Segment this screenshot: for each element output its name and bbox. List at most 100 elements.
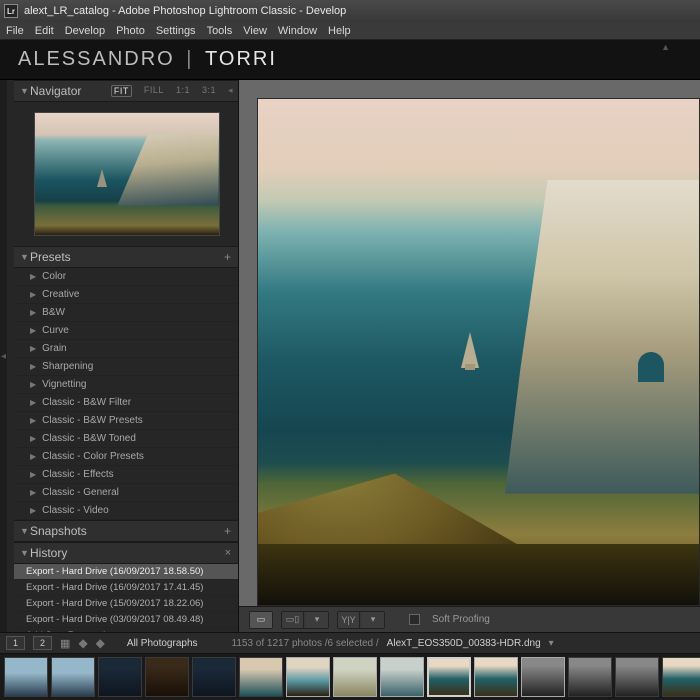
history-step[interactable]: Export - Hard Drive (16/09/2017 18.58.50… [14,564,239,580]
filmstrip-thumb[interactable] [192,657,236,697]
clear-icon[interactable]: × [225,547,233,559]
add-icon[interactable]: + [224,524,233,538]
menu-edit[interactable]: Edit [35,25,54,37]
preset-folder[interactable]: ▶Grain [14,340,239,358]
filmstrip-thumb[interactable] [98,657,142,697]
compare-swap-icon[interactable]: Y|Y [338,612,360,628]
current-filename[interactable]: AlexT_EOS350D_00383-HDR.dng [387,638,541,649]
menu-photo[interactable]: Photo [116,25,145,37]
filmstrip-thumb[interactable] [568,657,612,697]
filmstrip[interactable] [0,654,700,700]
menu-file[interactable]: File [6,25,24,37]
filmstrip-thumb[interactable] [615,657,659,697]
history-step[interactable]: Add Spot Removal [14,628,239,632]
before-after-group[interactable]: ▭▯ ▾ [281,611,329,629]
before-after-dropdown-icon[interactable]: ▾ [306,612,328,628]
compare-dropdown-icon[interactable]: ▾ [362,612,384,628]
menu-bar: File Edit Develop Photo Settings Tools View Win… [0,22,700,40]
canvas-area: ▭ ▭▯ ▾ Y|Y ▾ Soft Proofing [239,80,700,632]
monitor-1-button[interactable]: 1 [6,636,25,650]
disclosure-icon: ▶ [30,506,36,515]
preset-folder[interactable]: ▶Curve [14,322,239,340]
history-step[interactable]: Export - Hard Drive (16/09/2017 17.41.45… [14,580,239,596]
disclosure-icon: ▶ [30,488,36,497]
disclosure-icon: ▶ [30,344,36,353]
presets-title: Presets [30,250,224,264]
history-step[interactable]: Export - Hard Drive (03/09/2017 08.49.48… [14,612,239,628]
history-list: Export - Hard Drive (16/09/2017 18.58.50… [14,564,239,632]
photo-count: 1153 of 1217 photos /6 selected / [232,638,379,649]
window-title: alext_LR_catalog - Adobe Photoshop Light… [24,5,346,17]
filmstrip-thumb[interactable] [380,657,424,697]
menu-window[interactable]: Window [278,25,317,37]
add-icon[interactable]: + [224,250,233,264]
navigator-panel-header[interactable]: ▼ Navigator FIT FILL 1:1 3:1 ◂ [14,80,239,102]
disclosure-icon: ▶ [30,416,36,425]
history-title: History [30,546,225,560]
preset-folder[interactable]: ▶Classic - General [14,484,239,502]
left-edge-grip[interactable]: ◂ [0,80,7,632]
window-titlebar: Lr alext_LR_catalog - Adobe Photoshop Li… [0,0,700,22]
filmstrip-thumb[interactable] [51,657,95,697]
preset-folder[interactable]: ▶Classic - Video [14,502,239,520]
nav-forward-icon[interactable]: ◆ [96,636,105,650]
nav-zoom-fill[interactable]: FILL [144,85,164,97]
filmstrip-thumb[interactable] [286,657,330,697]
soft-proofing-label: Soft Proofing [432,614,490,625]
navigator-title: Navigator [30,84,111,98]
preset-folder[interactable]: ▶Classic - B&W Filter [14,394,239,412]
history-step[interactable]: Export - Hard Drive (15/09/2017 18.22.06… [14,596,239,612]
monitor-2-button[interactable]: 2 [33,636,52,650]
nav-zoom-1:1[interactable]: 1:1 [176,85,190,97]
loupe-view-icon[interactable]: ▭ [250,612,272,628]
grid-view-icon[interactable]: ▦ [60,637,70,650]
preset-folder[interactable]: ▶Classic - B&W Toned [14,430,239,448]
navigator-zoom-options[interactable]: FIT FILL 1:1 3:1 ◂ [111,85,233,97]
menu-develop[interactable]: Develop [65,25,105,37]
preset-folder[interactable]: ▶B&W [14,304,239,322]
nav-zoom-3:1[interactable]: 3:1 [202,85,216,97]
navigator-thumbnail[interactable] [34,112,220,236]
main-photo[interactable] [257,98,700,606]
disclosure-icon: ▶ [30,308,36,317]
disclosure-icon: ▶ [30,272,36,281]
menu-help[interactable]: Help [328,25,351,37]
filmstrip-thumb[interactable] [427,657,471,697]
nav-back-icon[interactable]: ◆ [78,636,87,650]
collection-name[interactable]: All Photographs [127,638,198,649]
panel-collapse-icon[interactable]: ▲ [661,42,670,52]
preset-folder[interactable]: ▶Sharpening [14,358,239,376]
filmstrip-thumb[interactable] [4,657,48,697]
filmstrip-thumb[interactable] [239,657,283,697]
presets-panel-header[interactable]: ▼ Presets + [14,246,239,268]
preset-folder[interactable]: ▶Vignetting [14,376,239,394]
menu-tools[interactable]: Tools [207,25,233,37]
disclosure-icon: ▶ [30,452,36,461]
preset-folder[interactable]: ▶Classic - Effects [14,466,239,484]
filename-dropdown-icon[interactable]: ▾ [549,638,554,649]
filmstrip-thumb[interactable] [474,657,518,697]
snapshots-panel-header[interactable]: ▼ Snapshots + [14,520,239,542]
filmstrip-thumb[interactable] [333,657,377,697]
filmstrip-thumb[interactable] [521,657,565,697]
soft-proofing-checkbox[interactable] [409,614,420,625]
preset-folder[interactable]: ▶Classic - B&W Presets [14,412,239,430]
snapshots-title: Snapshots [30,524,224,538]
preset-folder[interactable]: ▶Color [14,268,239,286]
preset-folder[interactable]: ▶Classic - Color Presets [14,448,239,466]
menu-view[interactable]: View [243,25,267,37]
identity-bar: ALESSANDRO | TORRI ▲ [0,40,700,80]
history-panel-header[interactable]: ▼ History × [14,542,239,564]
filmstrip-thumb[interactable] [145,657,189,697]
nav-zoom-fit[interactable]: FIT [111,85,132,97]
before-after-lr-icon[interactable]: ▭▯ [282,612,304,628]
left-sidebar: ▼ Navigator FIT FILL 1:1 3:1 ◂ ▼ Presets… [7,80,239,632]
develop-toolbar: ▭ ▭▯ ▾ Y|Y ▾ Soft Proofing [239,606,700,632]
compare-group[interactable]: Y|Y ▾ [337,611,385,629]
menu-settings[interactable]: Settings [156,25,196,37]
filmstrip-header: 1 2 ▦ ◆ ◆ All Photographs 1153 of 1217 p… [0,632,700,654]
filmstrip-thumb[interactable] [662,657,700,697]
preset-folder[interactable]: ▶Creative [14,286,239,304]
loupe-view-group[interactable]: ▭ [249,611,273,629]
main-area: ◂ ▼ Navigator FIT FILL 1:1 3:1 ◂ ▼ Prese… [0,80,700,632]
